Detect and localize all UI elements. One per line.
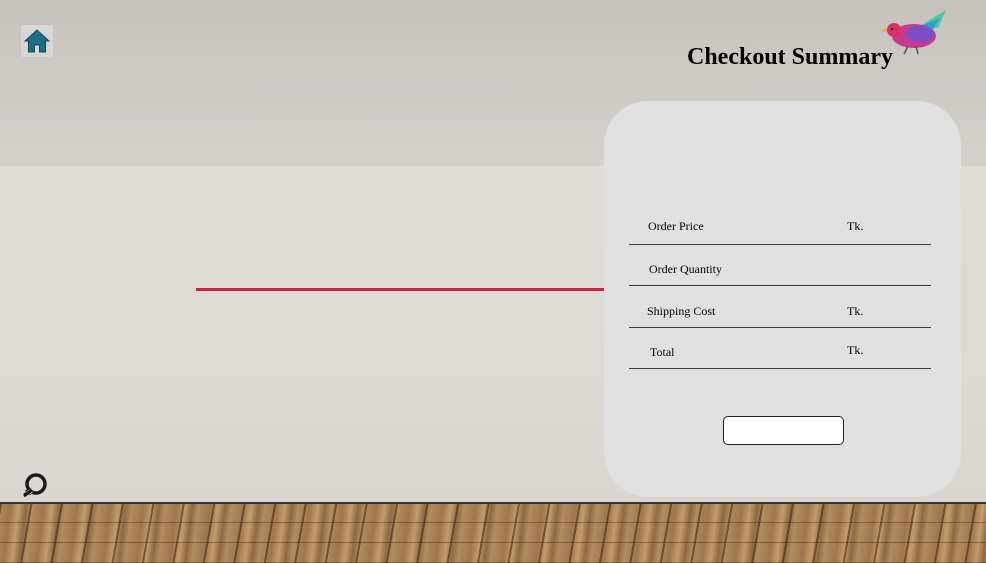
page-title: Checkout Summary: [687, 44, 894, 70]
total-label: Total: [650, 345, 675, 359]
order-quantity-label: Order Quantity: [649, 262, 722, 276]
refresh-button[interactable]: [20, 470, 50, 500]
home-icon: [23, 29, 51, 53]
refresh-icon: [23, 473, 47, 498]
background-wood-floor: [0, 502, 986, 563]
shipping-cost-currency: Tk.: [847, 304, 864, 318]
order-price-currency: Tk.: [847, 219, 864, 233]
row-divider: [629, 285, 931, 286]
row-divider: [629, 327, 931, 328]
row-divider: [629, 368, 931, 369]
order-price-label: Order Price: [648, 219, 704, 233]
total-currency: Tk.: [847, 343, 864, 357]
shipping-cost-label: Shipping Cost: [647, 304, 716, 318]
home-button[interactable]: [21, 25, 53, 57]
confirm-button[interactable]: [723, 416, 844, 445]
summary-card: Order Price Tk. Order Quantity Shipping …: [604, 101, 961, 497]
accent-divider: [196, 288, 616, 291]
row-divider: [629, 244, 931, 245]
checkout-screen: Checkout Summary Order Price Tk. Order Q…: [0, 0, 986, 563]
